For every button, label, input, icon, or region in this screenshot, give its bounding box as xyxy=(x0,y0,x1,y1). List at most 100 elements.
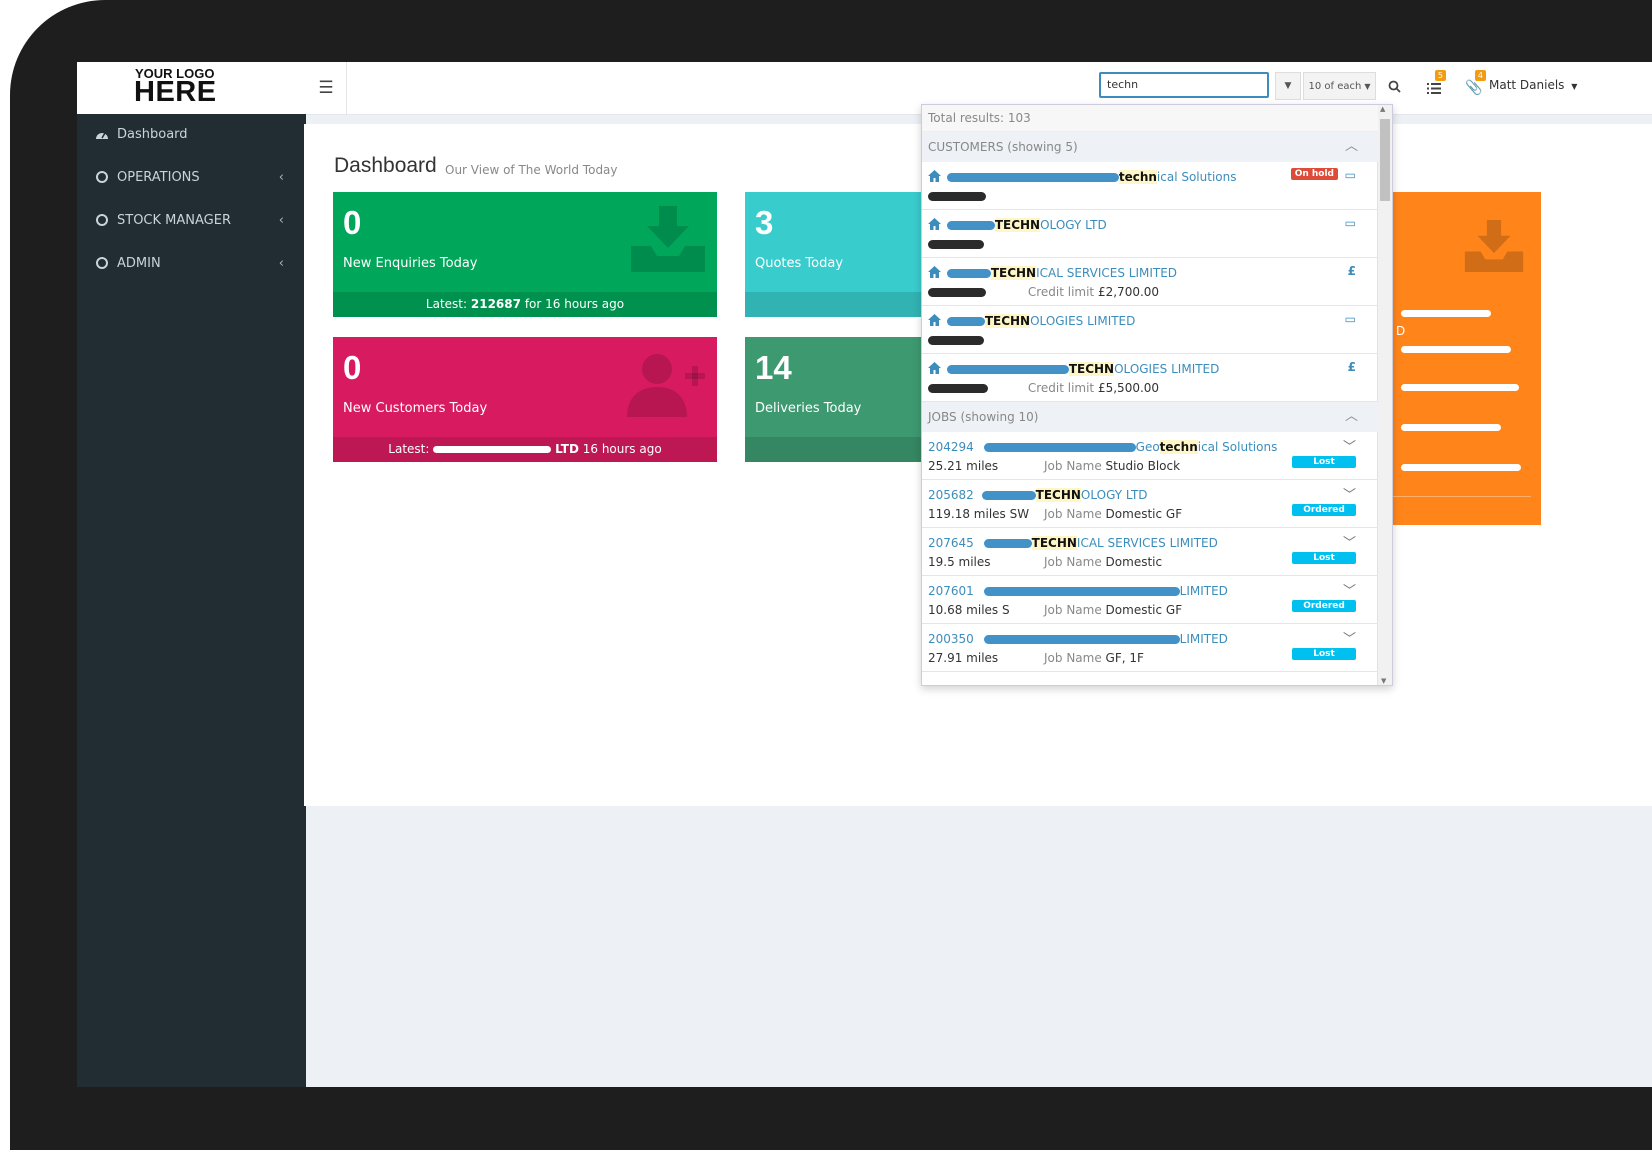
stat-box-customers[interactable]: 0 New Customers Today Latest: LTD 16 hou… xyxy=(333,337,717,462)
job-distance: 19.5 miles xyxy=(928,555,991,569)
job-result[interactable]: 207645 TECHNICAL SERVICES LIMITED 19.5 m… xyxy=(922,528,1378,576)
scroll-thumb[interactable] xyxy=(1380,119,1390,201)
pound-icon: £ xyxy=(1347,264,1356,278)
stat-value: 3 xyxy=(755,204,774,241)
paperclip-icon: 📎 xyxy=(1465,80,1483,96)
job-name: GF, 1F xyxy=(1105,651,1144,665)
scroll-up-icon[interactable]: ▲ xyxy=(1380,105,1385,113)
inbox-download-icon xyxy=(631,206,705,272)
redacted-text xyxy=(946,317,985,326)
stat-box-deliveries[interactable]: 14 Deliveries Today xyxy=(745,337,945,462)
job-name: Domestic xyxy=(1105,555,1163,569)
redacted-text xyxy=(983,539,1032,548)
job-name: Domestic GF xyxy=(1105,603,1183,617)
scroll-down-icon[interactable]: ▼ xyxy=(1381,677,1386,685)
chevron-up-icon[interactable]: ︿ xyxy=(1345,132,1358,162)
redacted-text xyxy=(946,269,991,278)
stat-box-orange[interactable]: D xyxy=(1393,192,1541,525)
sidebar-item-label: OPERATIONS xyxy=(117,169,200,185)
stat-label: New Customers Today xyxy=(343,401,488,416)
status-badge: Ordered xyxy=(1292,600,1356,612)
app-screen: YOUR LOGO HERE Dashboard OPERATIONS ‹ ST… xyxy=(77,62,1652,1087)
latest-customer-name[interactable]: LTD xyxy=(555,442,579,456)
tasks-button[interactable]: 5 xyxy=(1414,70,1454,104)
user-menu[interactable]: Matt Daniels ▼ xyxy=(1489,78,1577,92)
redacted-text xyxy=(946,173,1119,182)
stat-value: 14 xyxy=(755,349,792,386)
redacted-text xyxy=(1401,310,1491,317)
status-badge: Ordered xyxy=(1292,504,1356,516)
customers-section-header[interactable]: CUSTOMERS (showing 5) ︿ xyxy=(922,132,1378,162)
sidebar-item-admin[interactable]: ADMIN ‹ xyxy=(77,243,306,283)
redacted-text xyxy=(983,443,1136,452)
total-results: Total results: 103 xyxy=(922,105,1378,132)
job-id: 200350 xyxy=(928,632,974,646)
redacted-text xyxy=(928,240,984,249)
orange-box-text: D xyxy=(1396,324,1406,338)
latest-enquiry-id[interactable]: 212687 xyxy=(471,297,521,311)
credit-limit: £5,500.00 xyxy=(1097,381,1160,395)
customer-result[interactable]: TECHNICAL SERVICES LIMITED Credit limit … xyxy=(922,258,1378,306)
chevron-down-icon[interactable]: ﹀ xyxy=(1343,436,1356,455)
hamburger-icon: ☰ xyxy=(318,78,334,98)
job-result[interactable]: 204294 Geotechnical Solutions 25.21 mile… xyxy=(922,432,1378,480)
stat-box-enquiries[interactable]: 0 New Enquiries Today Latest: 212687 for… xyxy=(333,192,717,317)
tasks-count-badge: 5 xyxy=(1434,70,1446,81)
customer-result[interactable]: TECHNOLOGIES LIMITED ▭ xyxy=(922,306,1378,354)
redacted-text xyxy=(928,192,986,201)
stat-footer xyxy=(745,292,945,317)
job-result[interactable]: 205682 TECHNOLOGY LTD 119.18 miles SW Job… xyxy=(922,480,1378,528)
dropdown-scrollbar[interactable]: ▲ ▼ xyxy=(1377,105,1392,685)
redacted-text xyxy=(983,635,1180,644)
page-title: Dashboard xyxy=(334,154,437,177)
chevron-down-icon[interactable]: ﹀ xyxy=(1343,628,1356,647)
job-name: Domestic GF xyxy=(1105,507,1183,521)
sidebar-item-stock-manager[interactable]: STOCK MANAGER ‹ xyxy=(77,200,306,240)
sidebar-item-dashboard[interactable]: Dashboard xyxy=(77,114,306,154)
chevron-left-icon: ‹ xyxy=(278,255,284,271)
logo[interactable]: YOUR LOGO HERE xyxy=(77,62,306,114)
page-subtitle: Our View of The World Today xyxy=(445,163,618,177)
redacted-text xyxy=(928,336,984,345)
redacted-text xyxy=(983,587,1180,596)
stat-label: New Enquiries Today xyxy=(343,256,478,271)
chevron-left-icon: ‹ xyxy=(278,212,284,228)
stat-footer: Latest: 212687 for 16 hours ago xyxy=(333,292,717,317)
user-name: Matt Daniels xyxy=(1489,78,1565,92)
home-icon xyxy=(928,314,941,326)
status-badge: Lost xyxy=(1292,648,1356,660)
credit-card-icon: ▭ xyxy=(1344,216,1356,230)
job-distance: 27.91 miles xyxy=(928,651,999,665)
job-name: Studio Block xyxy=(1105,459,1181,473)
caret-down-icon: ▼ xyxy=(1571,82,1578,91)
home-icon xyxy=(928,218,941,230)
chevron-up-icon[interactable]: ︿ xyxy=(1345,402,1358,432)
chevron-down-icon[interactable]: ﹀ xyxy=(1343,532,1356,551)
results-per-type-select[interactable]: 10 of each ▼ xyxy=(1303,72,1376,100)
job-result[interactable]: 207601 LIMITED 10.68 miles S Job Name Dom… xyxy=(922,576,1378,624)
notes-button[interactable]: 📎 4 xyxy=(1454,70,1494,104)
notes-count-badge: 4 xyxy=(1474,70,1486,81)
search-type-dropdown-button[interactable]: ▼ xyxy=(1275,72,1301,100)
jobs-section-header[interactable]: JOBS (showing 10) ︿ xyxy=(922,402,1378,432)
customer-result[interactable]: TECHNOLOGIES LIMITED Credit limit £5,500… xyxy=(922,354,1378,402)
redacted-text xyxy=(928,384,988,393)
home-icon xyxy=(928,266,941,278)
customer-result[interactable]: technical Solutions On hold ▭ xyxy=(922,162,1378,210)
job-distance: 25.21 miles xyxy=(928,459,999,473)
job-result[interactable]: 200350 LIMITED 27.91 miles Job Name GF, 1… xyxy=(922,624,1378,672)
stat-box-quotes[interactable]: 3 Quotes Today xyxy=(745,192,945,317)
search-button[interactable] xyxy=(1379,72,1409,100)
status-badge: Lost xyxy=(1292,552,1356,564)
job-id: 207601 xyxy=(928,584,974,598)
chevron-down-icon[interactable]: ﹀ xyxy=(1343,580,1356,599)
caret-down-icon: ▼ xyxy=(1364,81,1371,91)
sidebar-item-operations[interactable]: OPERATIONS ‹ xyxy=(77,157,306,197)
sidebar-item-label: Dashboard xyxy=(117,126,188,142)
search-input[interactable]: techn xyxy=(1099,72,1269,98)
chevron-down-icon[interactable]: ﹀ xyxy=(1343,484,1356,503)
customer-result[interactable]: TECHNOLOGY LTD ▭ xyxy=(922,210,1378,258)
caret-down-icon: ▼ xyxy=(1284,81,1292,91)
sidebar-toggle-button[interactable]: ☰ xyxy=(306,62,347,114)
on-hold-badge: On hold xyxy=(1290,168,1338,180)
